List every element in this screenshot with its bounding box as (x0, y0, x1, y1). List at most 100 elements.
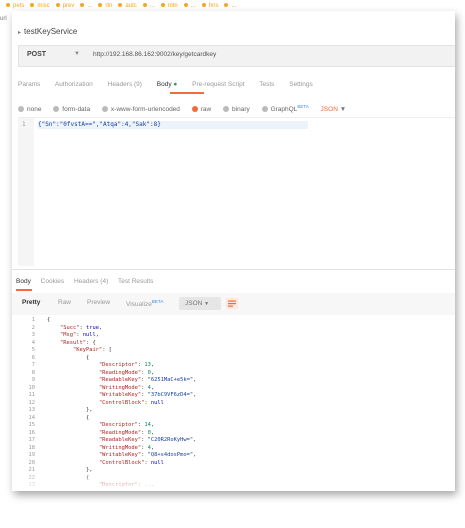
body-type-raw-label: raw (200, 106, 212, 114)
line-number: 2 (31, 324, 35, 331)
browser-tab-label: hns (208, 3, 219, 9)
tab-tests[interactable]: Tests (259, 81, 274, 88)
code-text: "Result": { (59, 339, 96, 346)
response-format-select[interactable]: JSON ▼ (179, 297, 221, 310)
code-line: 19 "WritableKey": "Q8+s4dosPmo=", (12, 452, 455, 460)
view-visualize-label: Visualize (126, 301, 152, 309)
body-type-selector: none form-data x-www-form-urlencoded raw… (18, 104, 356, 113)
line-number: 18 (28, 444, 36, 451)
line-number: 12 (28, 399, 36, 406)
body-type-binary[interactable]: binary (223, 106, 250, 113)
view-pretty-button[interactable]: Pretty (22, 299, 40, 306)
response-body[interactable]: 1{2 "Succ": true, 3 "Msg": null, 4 "Result… (12, 317, 455, 491)
tab-dot-icon (80, 3, 85, 8)
resp-tab-headers[interactable]: Headers (4) (74, 278, 108, 285)
body-format-select[interactable]: JSON ▼ (321, 106, 347, 113)
radio-icon (223, 106, 230, 113)
chevron-down-icon: ▼ (339, 106, 347, 114)
tab-headers[interactable]: Headers (9) (108, 81, 142, 88)
body-type-none-label: none (27, 106, 42, 114)
body-type-none[interactable]: none (18, 106, 41, 113)
line-number: 1 (22, 121, 26, 128)
tab-params[interactable]: Params (18, 81, 40, 88)
browser-tab-label: ... (231, 3, 237, 9)
body-type-graphql[interactable]: GraphQLBETA (261, 104, 309, 113)
code-text: "Descriptor": 14, (98, 422, 155, 428)
code-line: 14 { (12, 415, 455, 423)
browser-tab-label: pets (13, 3, 25, 9)
code-line: 12 "ControlBlock": null (12, 400, 455, 408)
beta-badge: BETA (151, 299, 164, 304)
tab-dot-icon (201, 3, 206, 8)
browser-tab-label: rtn (105, 3, 113, 9)
response-tabs: Body Cookies Headers (4) Test Results (16, 278, 161, 285)
tab-dot-icon (224, 3, 229, 8)
tab-dot-icon (160, 3, 165, 8)
chevron-right-icon[interactable]: ▸ (18, 30, 21, 36)
tab-dot-icon (183, 3, 188, 8)
browser-tab-label: ... (190, 3, 196, 9)
resp-tab-test-results[interactable]: Test Results (118, 278, 153, 285)
request-body-editor[interactable]: 1 {"Sn":"0fvstA==","Atqa":4,"Sak":8} (18, 117, 455, 266)
line-number: 8 (31, 369, 35, 376)
code-line: 4 "Result": { (12, 340, 455, 348)
code-line: 2 "Succ": true, (12, 325, 455, 333)
tab-authorization[interactable]: Authorization (55, 81, 93, 88)
body-type-form-data[interactable]: form-data (53, 106, 90, 113)
beta-badge: BETA (297, 104, 309, 109)
code-line: 6 { (12, 355, 455, 363)
request-body-text[interactable]: {"Sn":"0fvstA==","Atqa":4,"Sak":8} (38, 121, 308, 129)
resp-tab-cookies[interactable]: Cookies (41, 278, 64, 285)
code-line: 3 "Msg": null, (12, 332, 455, 340)
line-number: 5 (31, 347, 35, 353)
code-text: "KeyPair": [ (72, 347, 112, 353)
line-number: 9 (31, 377, 35, 383)
method-select[interactable]: POST (27, 51, 46, 58)
line-number: 16 (28, 429, 36, 436)
code-text: "WritingMode": 4, (98, 444, 155, 451)
code-text: { (47, 317, 51, 323)
body-type-binary-label: binary (232, 106, 250, 114)
code-text: "Succ": true, (59, 324, 103, 331)
code-line: 13 }, (12, 407, 455, 415)
tab-headers-label: Headers (9) (107, 81, 142, 88)
tab-dot-icon (118, 3, 123, 8)
view-raw-button[interactable]: Raw (58, 299, 71, 306)
response-format-label: JSON (185, 300, 203, 307)
code-line: 8 "ReadingMode": 0, (12, 370, 455, 378)
code-text: { (47, 414, 90, 421)
code-text: { (47, 354, 90, 361)
chevron-down-icon: ▼ (204, 301, 210, 307)
browser-tab-label: ... (87, 3, 93, 9)
pane-divider[interactable] (12, 269, 455, 270)
browser-tab-label: misc (37, 3, 50, 9)
code-text: "Msg": null, (59, 332, 99, 338)
active-response-tab-underline (16, 289, 32, 291)
body-type-urlencoded-label: x-www-form-urlencoded (110, 106, 180, 114)
line-number: 14 (28, 414, 36, 421)
wrap-lines-icon[interactable] (226, 298, 238, 309)
body-type-raw[interactable]: raw (191, 106, 212, 114)
line-number: 13 (28, 407, 36, 413)
tab-prerequest-script[interactable]: Pre-request Script (192, 81, 244, 88)
body-format-label: JSON (320, 106, 338, 114)
view-preview-button[interactable]: Preview (87, 299, 110, 306)
tab-body[interactable]: Body ● (157, 81, 178, 88)
tab-settings[interactable]: Settings (289, 81, 313, 88)
body-type-urlencoded[interactable]: x-www-form-urlencoded (101, 106, 180, 114)
browser-tab-label: mtn (167, 3, 178, 9)
browser-tab-label: ... (149, 3, 155, 9)
view-visualize-button[interactable]: VisualizeBETA (126, 299, 163, 308)
line-number: 19 (28, 452, 36, 458)
resp-tab-body[interactable]: Body (16, 278, 31, 285)
request-title[interactable]: ▸ testKeyService (18, 27, 77, 36)
request-name: testKeyService (24, 27, 78, 36)
code-line: 11 "WritableKey": "37bC9VF6zD4=", (12, 392, 455, 400)
chevron-down-icon[interactable]: ▼ (74, 51, 80, 57)
code-text: }, (47, 407, 93, 413)
bottom-fade (12, 471, 455, 491)
code-line: 20 "ControlBlock": null (12, 460, 455, 468)
url-input[interactable]: http://192.168.86.162:9002/key/getcardke… (93, 51, 216, 58)
tab-dot-icon (98, 3, 103, 8)
radio-icon (101, 106, 108, 113)
